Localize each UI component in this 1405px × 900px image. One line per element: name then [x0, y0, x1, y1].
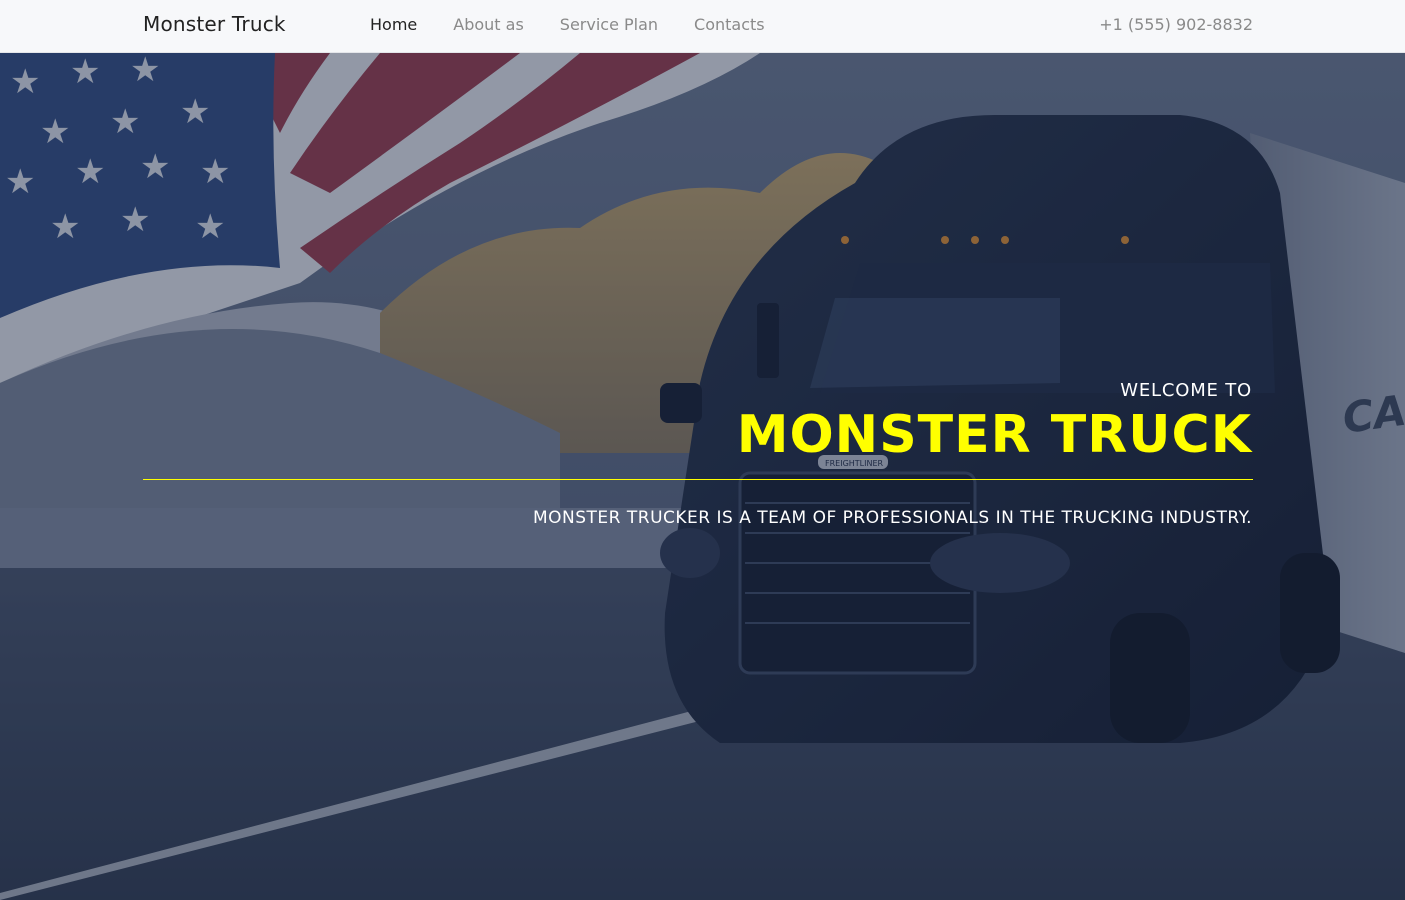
- hero-overlay: [0, 53, 1405, 900]
- top-navbar: Monster Truck Home About as Service Plan…: [0, 0, 1405, 53]
- hero-tagline: MONSTER TRUCKER IS A TEAM OF PROFESSIONA…: [532, 508, 1252, 528]
- nav-item-home[interactable]: Home: [370, 15, 417, 34]
- hero-title: MONSTER TRUCK: [736, 405, 1252, 465]
- hero-welcome-text: WELCOME TO: [1120, 380, 1252, 401]
- nav-item-about[interactable]: About as: [453, 15, 524, 34]
- hero-divider: [143, 479, 1253, 480]
- hero-section: ★ ★ ★ ★ ★ ★ ★ ★ ★ ★ ★ ★ ★ CASCA FREIGHTL…: [0, 53, 1405, 900]
- phone-link[interactable]: +1 (555) 902-8832: [1099, 15, 1253, 34]
- nav-item-contacts[interactable]: Contacts: [694, 15, 765, 34]
- brand-logo-link[interactable]: Monster Truck: [143, 12, 286, 36]
- nav-item-service-plan[interactable]: Service Plan: [560, 15, 658, 34]
- main-nav: Home About as Service Plan Contacts: [370, 15, 765, 34]
